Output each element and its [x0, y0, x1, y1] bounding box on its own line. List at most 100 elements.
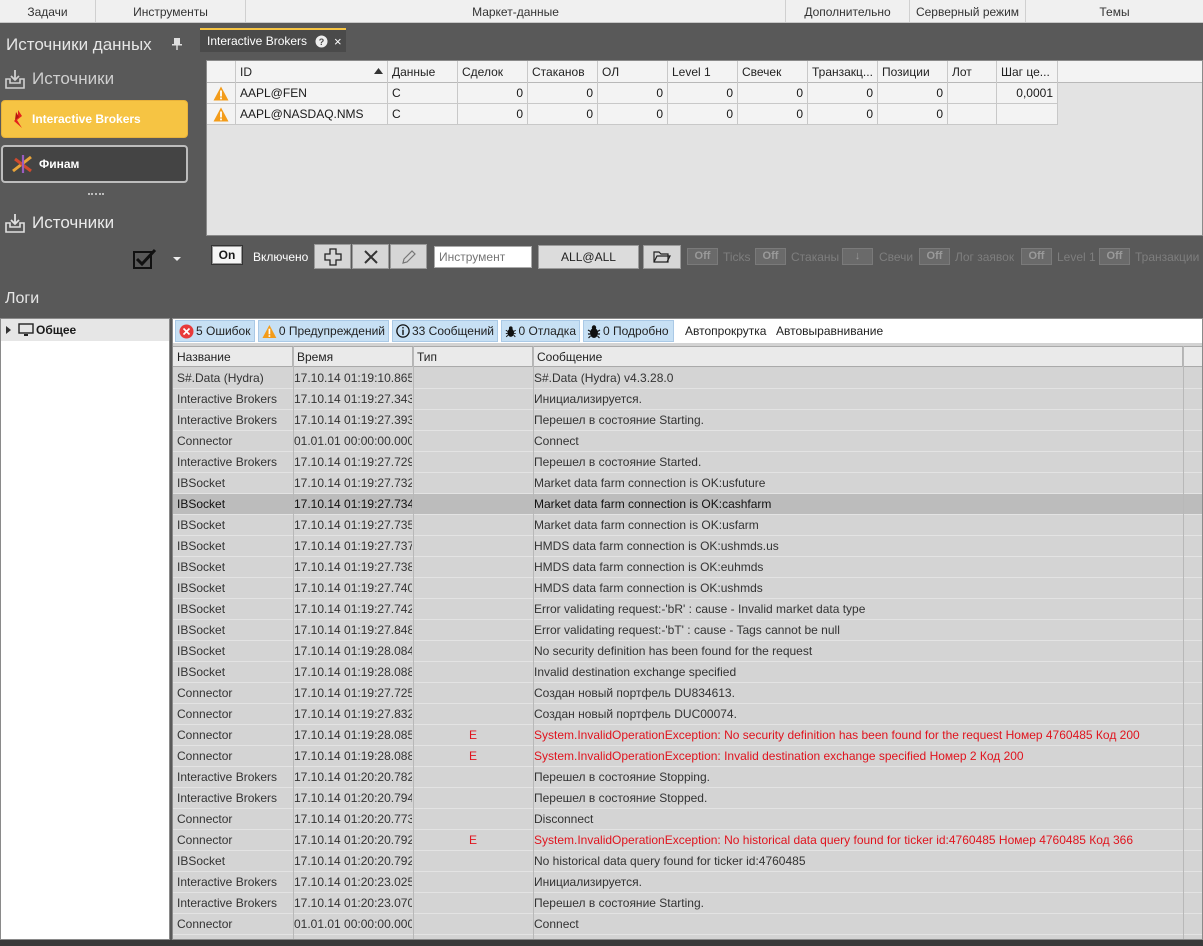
column-header-type[interactable]: Тип: [413, 347, 533, 367]
cell-type: E: [468, 728, 477, 742]
chevron-down-icon[interactable]: [172, 255, 182, 263]
table-row[interactable]: IBSocket 17.10.14 01:19:27.740 HMDS data f…: [173, 578, 1202, 599]
instrument-search-input[interactable]: [434, 246, 532, 268]
table-row[interactable]: Interactive Brokers 17.10.14 01:19:27.343…: [173, 389, 1202, 410]
all-securities-button[interactable]: ALL@ALL: [538, 245, 639, 269]
table-row[interactable]: Connector 17.10.14 01:19:27.832 Создан нов…: [173, 704, 1202, 725]
table-row[interactable]: Connector 01.01.01 00:00:00.000 Connect: [173, 431, 1202, 452]
ribbon-group-additional[interactable]: Дополнительно: [786, 0, 910, 22]
remove-security-button[interactable]: [352, 244, 389, 269]
table-row[interactable]: Connector 17.10.14 01:19:27.725 Создан нов…: [173, 683, 1202, 704]
table-row[interactable]: Connector 17.10.14 01:20:20.792 E System.In…: [173, 830, 1202, 851]
column-header-trades[interactable]: Сделок: [458, 61, 528, 83]
expand-arrow-icon[interactable]: [6, 326, 11, 334]
cell-message: Connect: [534, 917, 579, 931]
column-header-lot[interactable]: Лот: [948, 61, 997, 83]
warnings-filter-button[interactable]: 0 Предупреждений: [258, 320, 389, 342]
table-row[interactable]: Interactive Brokers 17.10.14 01:19:27.393…: [173, 410, 1202, 431]
cell-data: C: [388, 104, 458, 125]
source-item-finam[interactable]: Финам: [1, 145, 188, 183]
tab-interactive-brokers[interactable]: Interactive Brokers ? ×: [200, 28, 346, 52]
cell-message: Создан новый портфель DUC00074.: [534, 707, 737, 721]
ribbon-group-tasks[interactable]: Задачи: [0, 0, 96, 22]
table-row[interactable]: Interactive Brokers 17.10.14 01:20:20.782…: [173, 767, 1202, 788]
sources-header-top[interactable]: Источники: [4, 66, 114, 92]
cell-lot: [948, 83, 997, 104]
level1-toggle[interactable]: Off: [1021, 248, 1052, 265]
table-row[interactable]: IBSocket 17.10.14 01:20:20.792 No historic…: [173, 851, 1202, 872]
table-row[interactable]: IBSocket 17.10.14 01:19:27.732 Market data…: [173, 473, 1202, 494]
table-row[interactable]: IBSocket 17.10.14 01:19:27.734 Market data…: [173, 494, 1202, 515]
cell-message: System.InvalidOperationException: No sec…: [534, 728, 1140, 742]
on-toggle-button[interactable]: On: [211, 245, 243, 265]
cell-message: HMDS data farm connection is OK:euhmds: [534, 560, 764, 574]
source-item-interactive-brokers[interactable]: Interactive Brokers: [1, 100, 188, 138]
order-log-label: Лог заявок: [955, 250, 1015, 264]
autoscroll-toggle[interactable]: Автопрокрутка: [685, 324, 766, 338]
column-header-price-step[interactable]: Шаг це...: [997, 61, 1058, 83]
cell-message: Disconnect: [534, 812, 594, 826]
table-row[interactable]: IBSocket 17.10.14 01:19:27.742 Error valid…: [173, 599, 1202, 620]
table-row[interactable]: IBSocket 17.10.14 01:19:27.737 HMDS data f…: [173, 536, 1202, 557]
open-folder-button[interactable]: [643, 245, 681, 269]
messages-filter-button[interactable]: 33 Сообщений: [392, 320, 498, 342]
cell-type: [414, 473, 532, 494]
sources-header-bottom-label: Источники: [32, 213, 115, 232]
column-header-message[interactable]: Сообщение: [533, 347, 1183, 367]
table-row[interactable]: IBSocket 17.10.14 01:19:28.088 Invalid des…: [173, 662, 1202, 683]
transactions-toggle[interactable]: Off: [1099, 248, 1130, 265]
table-row[interactable]: IBSocket 17.10.14 01:19:27.848 Error valid…: [173, 620, 1202, 641]
tree-item-general[interactable]: Общее: [1, 319, 169, 341]
table-row[interactable]: IBSocket 17.10.14 01:19:27.738 HMDS data f…: [173, 557, 1202, 578]
column-header-name[interactable]: Название: [173, 347, 293, 367]
cell-time: 17.10.14 01:19:27.740: [294, 581, 412, 595]
table-row[interactable]: Interactive Brokers 17.10.14 01:20:23.025…: [173, 872, 1202, 893]
column-header-depths[interactable]: Стаканов: [528, 61, 598, 83]
debug-filter-button[interactable]: 0 Отладка: [501, 320, 580, 342]
autoalign-toggle[interactable]: Автовыравнивание: [776, 324, 883, 338]
order-log-toggle[interactable]: Off: [919, 248, 950, 265]
column-header-candles[interactable]: Свечек: [738, 61, 808, 83]
table-row[interactable]: IBSocket 17.10.14 01:19:28.084 No security…: [173, 641, 1202, 662]
depths-label: Стаканы: [791, 250, 840, 264]
column-header-time[interactable]: Время: [293, 347, 413, 367]
sources-header-bottom[interactable]: Источники: [4, 210, 114, 236]
column-header-ol[interactable]: ОЛ: [598, 61, 668, 83]
checkbox-select-icon[interactable]: [133, 248, 157, 270]
errors-filter-button[interactable]: 5 Ошибок: [175, 320, 255, 342]
edit-security-button[interactable]: [390, 244, 427, 269]
column-header-data[interactable]: Данные: [388, 61, 458, 83]
cell-message: Invalid destination exchange specified: [534, 665, 737, 679]
help-icon[interactable]: ?: [315, 35, 328, 48]
cell-depths: 0: [528, 83, 598, 104]
table-row[interactable]: Interactive Brokers 17.10.14 01:19:27.729…: [173, 452, 1202, 473]
ribbon-group-themes[interactable]: Темы: [1026, 0, 1203, 22]
ticks-toggle[interactable]: Off: [687, 248, 718, 265]
table-row[interactable]: AAPL@NASDAQ.NMS C 0 0 0 0 0 0 0: [207, 104, 1058, 125]
table-row[interactable]: AAPL@FEN C 0 0 0 0 0 0 0 0,0001: [207, 83, 1058, 104]
ribbon-group-market-data[interactable]: Маркет-данные: [246, 0, 786, 22]
verbose-filter-button[interactable]: 0 Подробно: [583, 320, 674, 342]
ribbon-group-server-mode[interactable]: Серверный режим: [910, 0, 1026, 22]
table-row[interactable]: IBSocket 17.10.14 01:19:27.735 Market data…: [173, 515, 1202, 536]
table-row[interactable]: S#.Data (Hydra) 17.10.14 01:19:10.865 S#.D…: [173, 368, 1202, 389]
table-row[interactable]: Connector 17.10.14 01:20:20.773 Disconnect: [173, 809, 1202, 830]
cell-message: Market data farm connection is OK:cashfa…: [534, 497, 772, 511]
cell-time: 17.10.14 01:20:23.070: [294, 896, 412, 910]
column-header-positions[interactable]: Позиции: [878, 61, 948, 83]
close-icon[interactable]: ×: [334, 34, 342, 49]
column-header-transactions[interactable]: Транзакц...: [808, 61, 878, 83]
column-header-level1[interactable]: Level 1: [668, 61, 738, 83]
table-row[interactable]: Connector 17.10.14 01:19:28.085 E System.In…: [173, 725, 1202, 746]
cell-message: Error validating request:-'bR' : cause -…: [534, 602, 866, 616]
column-header-id[interactable]: ID: [236, 61, 388, 83]
table-row[interactable]: Interactive Brokers 17.10.14 01:20:20.794…: [173, 788, 1202, 809]
add-security-button[interactable]: [314, 244, 351, 269]
table-row[interactable]: Interactive Brokers 17.10.14 01:20:23.070…: [173, 893, 1202, 914]
table-row[interactable]: Connector 01.01.01 00:00:00.000 Connect: [173, 914, 1202, 935]
table-row[interactable]: Connector 17.10.14 01:19:28.088 E System.In…: [173, 746, 1202, 767]
depths-toggle[interactable]: Off: [755, 248, 786, 265]
candles-toggle[interactable]: ↓: [842, 248, 873, 265]
ribbon-group-instruments[interactable]: Инструменты: [96, 0, 246, 22]
pin-icon[interactable]: [172, 38, 182, 50]
